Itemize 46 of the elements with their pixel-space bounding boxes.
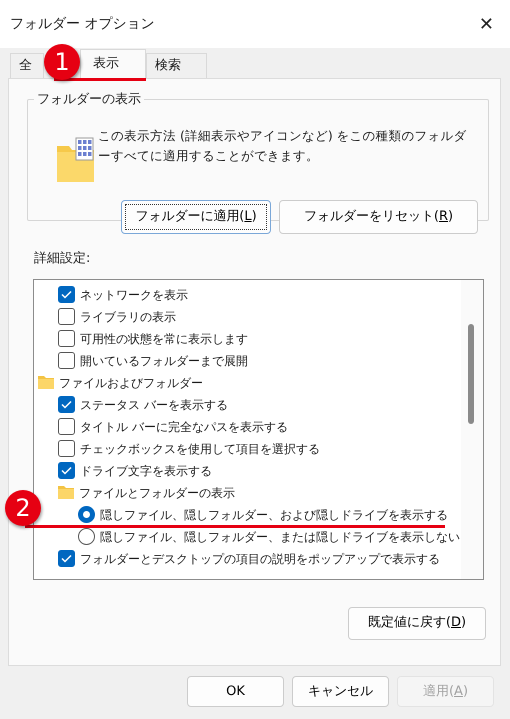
apply-to-folders-button[interactable]: フォルダーに適用(L) — [121, 200, 271, 234]
checkbox[interactable] — [58, 396, 75, 413]
check-icon — [61, 290, 72, 299]
description-text: この表示方法 (詳細表示やアイコンなど) をこの種類のフォルダーすべてに適用することができます。 — [98, 127, 468, 165]
radio-button[interactable] — [78, 506, 95, 523]
option-label[interactable]: 隠しファイル、隠しフォルダー、または隠しドライブを表示しない — [100, 528, 460, 546]
option-label[interactable]: ライブラリの表示 — [80, 308, 176, 326]
option-label[interactable]: タイトル バーに完全なパスを表示する — [80, 418, 288, 436]
checkbox[interactable] — [58, 418, 75, 435]
tab[interactable]: 検索 — [146, 53, 207, 78]
check-icon — [61, 466, 72, 475]
option-label[interactable]: ドライブ文字を表示する — [80, 462, 212, 480]
checkbox[interactable] — [58, 308, 75, 325]
option-label[interactable]: フォルダーとデスクトップの項目の説明をポップアップで表示する — [80, 550, 440, 568]
option-label[interactable]: 可用性の状態を常に表示します — [80, 330, 248, 348]
annotation-marker: 1 — [44, 44, 80, 80]
option-label[interactable]: チェックボックスを使用して項目を選択する — [80, 440, 320, 458]
checkbox[interactable] — [58, 286, 75, 303]
check-icon — [61, 554, 72, 563]
check-icon — [61, 400, 72, 409]
folder-icon — [58, 486, 74, 499]
checkbox[interactable] — [58, 440, 75, 457]
radio-button[interactable] — [78, 528, 95, 545]
tab[interactable]: 表示 — [80, 49, 146, 78]
scrollbar-thumb[interactable] — [468, 324, 474, 424]
option-label[interactable]: 隠しファイル、隠しフォルダー、および隠しドライブを表示する — [100, 506, 448, 524]
window-title: フォルダー オプション — [10, 14, 154, 34]
checkbox[interactable] — [58, 330, 75, 347]
cancel-button[interactable]: キャンセル — [292, 676, 389, 707]
checkbox[interactable] — [58, 352, 75, 369]
option-label[interactable]: ステータス バーを表示する — [80, 396, 228, 414]
category-label: ファイルとフォルダーの表示 — [79, 484, 235, 502]
checkbox[interactable] — [58, 462, 75, 479]
restore-defaults-button[interactable]: 既定値に戻す(D) — [348, 606, 486, 640]
category-label: ファイルおよびフォルダー — [59, 374, 203, 392]
option-label[interactable]: ネットワークを表示 — [80, 286, 188, 304]
tab[interactable]: 全 — [10, 53, 44, 78]
close-button[interactable]: ✕ — [474, 10, 498, 38]
checkbox[interactable] — [58, 550, 75, 567]
option-label[interactable]: 開いているフォルダーまで展開 — [80, 352, 248, 370]
reset-folders-button[interactable]: フォルダーをリセット(R) — [279, 200, 478, 234]
section-label: 詳細設定: — [34, 251, 90, 266]
folder-icon — [38, 376, 54, 389]
ok-button[interactable]: OK — [187, 676, 284, 707]
folder-icon — [56, 136, 96, 184]
scrollbar[interactable] — [461, 280, 483, 578]
